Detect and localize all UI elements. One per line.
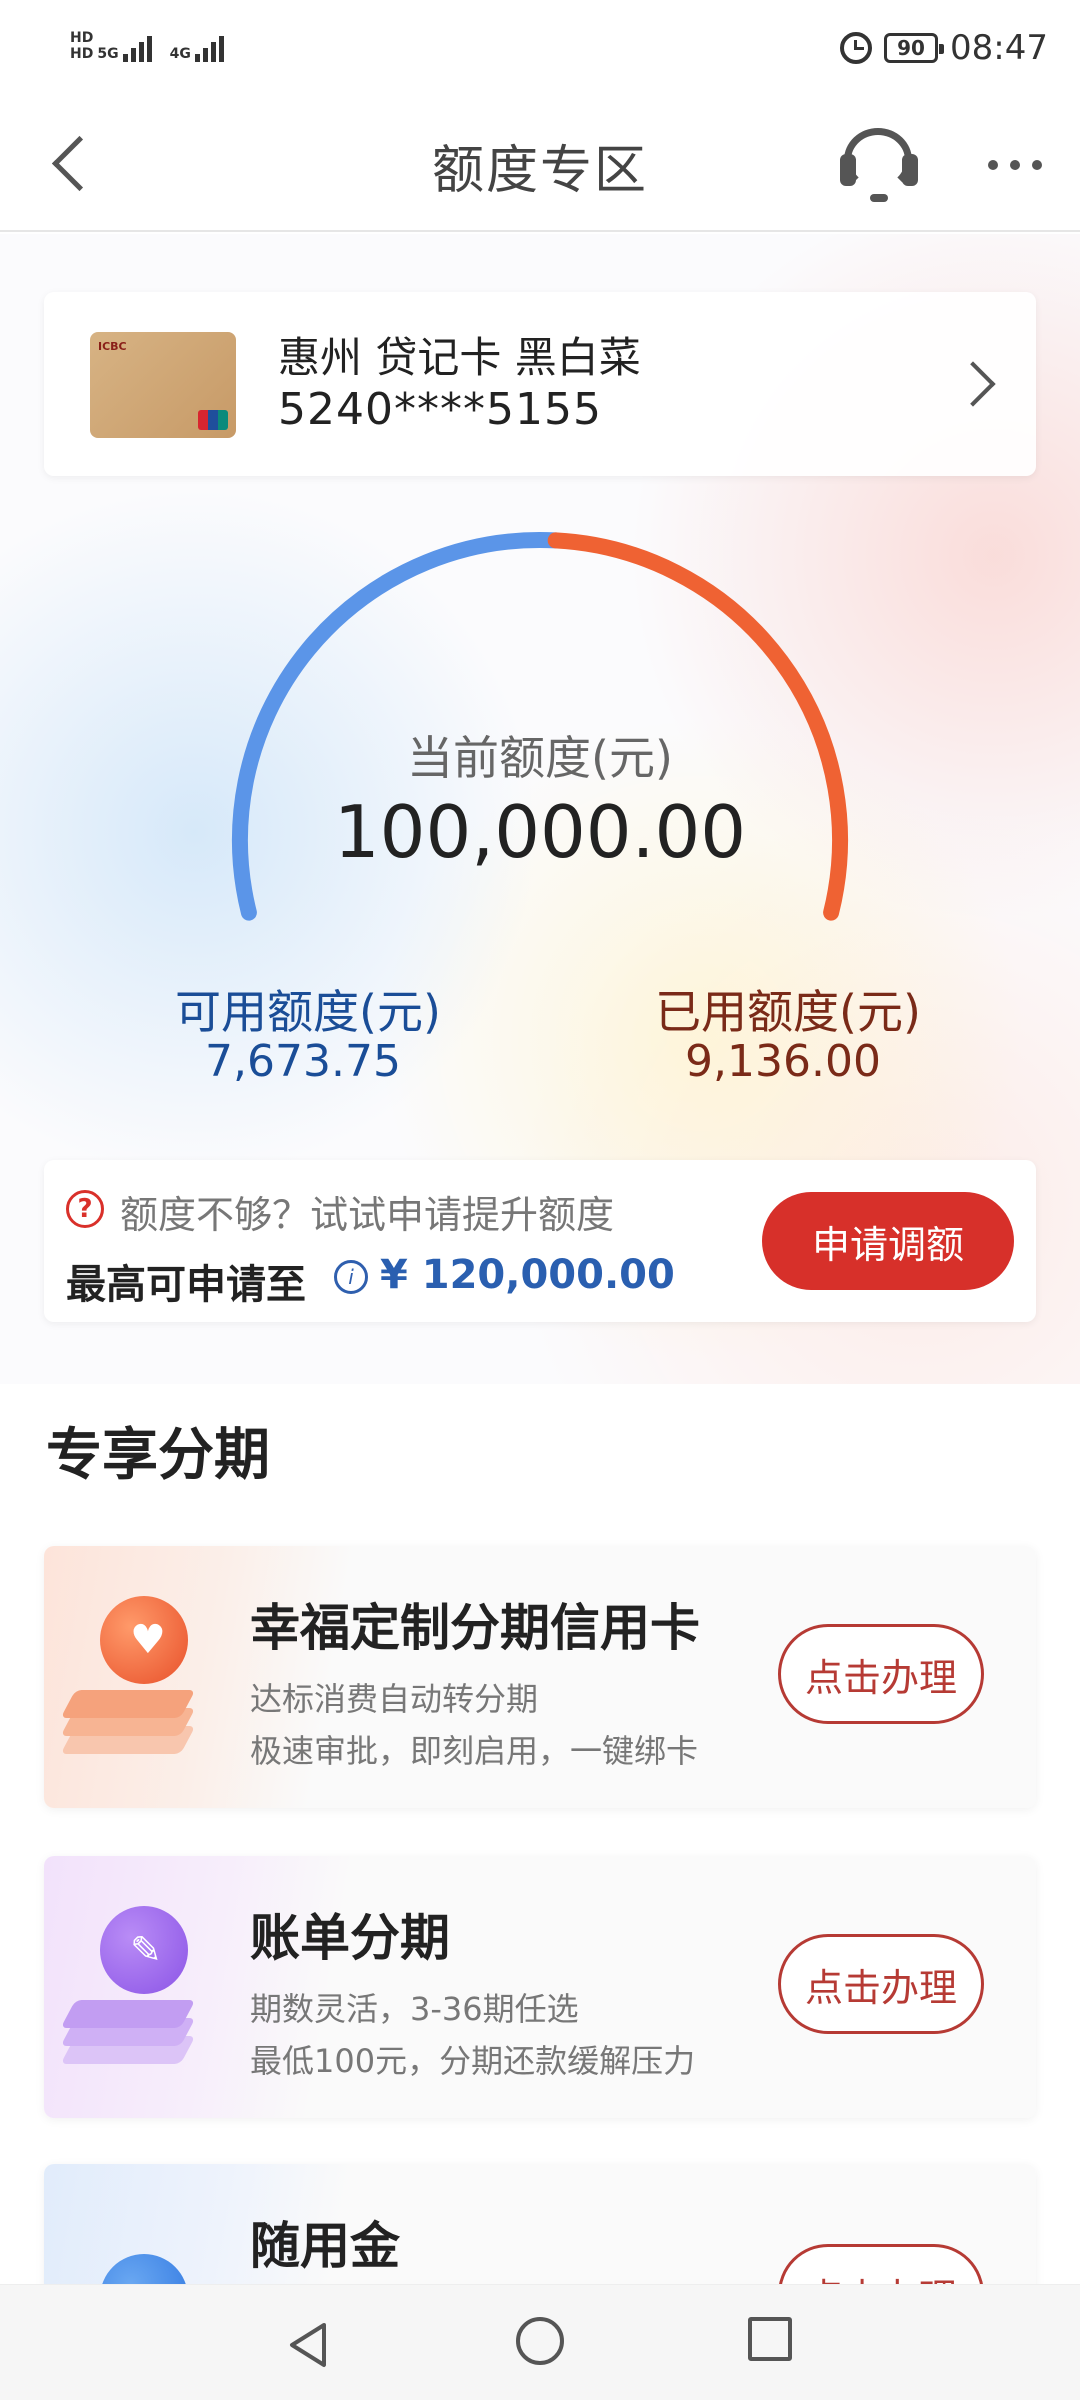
- max-apply-amount: ¥ 120,000.00: [380, 1252, 675, 1298]
- system-navigation-bar: [0, 2284, 1080, 2400]
- clock: 08:47: [950, 28, 1048, 68]
- card-number: 5240****5155: [278, 384, 602, 435]
- installment-desc-1: 达标消费自动转分期: [250, 1680, 539, 1718]
- installment-desc-1: 期数灵活，3-36期任选: [250, 1990, 579, 2028]
- status-bar: HD HD 5G 4G 90 08:47: [0, 0, 1080, 100]
- used-limit-value: 9,136.00: [685, 1036, 881, 1087]
- used-limit-label: 已用额度(元): [655, 985, 921, 1039]
- sim2-hd-label: HD: [70, 46, 94, 62]
- installment-title: 幸福定制分期信用卡: [250, 1599, 700, 1657]
- apply-increase-button[interactable]: 申请调额: [762, 1192, 1014, 1290]
- info-icon[interactable]: i: [334, 1260, 368, 1294]
- heart-icon: ♥: [58, 1596, 208, 1766]
- unionpay-logo-icon: [198, 410, 228, 430]
- nav-back-icon[interactable]: [282, 2319, 334, 2371]
- sim2-network-label: 4G: [169, 46, 191, 62]
- headset-icon[interactable]: [840, 122, 920, 206]
- sim1-signal: HD HD 5G: [70, 30, 152, 62]
- card-name: 惠州 贷记卡 黑白菜: [278, 333, 641, 382]
- installment-desc-2: 最低100元，分期还款缓解压力: [250, 2042, 696, 2080]
- bank-logo-icon: ICBC: [98, 340, 127, 353]
- limit-increase-panel: ? 额度不够？试试申请提升额度 最高可申请至 i ¥ 120,000.00 申请…: [44, 1160, 1036, 1322]
- card-selector[interactable]: ICBC 惠州 贷记卡 黑白菜 5240****5155: [44, 292, 1036, 476]
- apply-now-button[interactable]: 点击办理: [778, 1624, 984, 1724]
- apply-now-button[interactable]: 点击办理: [778, 1934, 984, 2034]
- section-title: 专享分期: [46, 1423, 270, 1488]
- question-icon: ?: [66, 1190, 104, 1228]
- increase-tip: 额度不够？试试申请提升额度: [120, 1193, 615, 1237]
- nav-recent-apps-icon[interactable]: [748, 2317, 792, 2361]
- current-limit-value: 100,000.00: [333, 790, 747, 874]
- credit-card-image: ICBC: [90, 332, 236, 438]
- max-apply-label: 最高可申请至: [66, 1262, 306, 1308]
- signal-bars-icon: [194, 32, 224, 62]
- available-limit-label: 可用额度(元): [175, 985, 441, 1039]
- installment-desc-2: 极速审批，即刻启用，一键绑卡: [250, 1732, 699, 1770]
- battery-icon: 90: [884, 33, 945, 63]
- signal-bars-icon: [122, 32, 152, 62]
- installment-card[interactable]: ✎ 账单分期 期数灵活，3-36期任选 最低100元，分期还款缓解压力 点击办理: [44, 1856, 1036, 2118]
- battery-level: 90: [897, 36, 925, 60]
- nav-home-icon[interactable]: [516, 2317, 564, 2365]
- chevron-right-icon: [949, 350, 999, 420]
- installment-title: 账单分期: [250, 1909, 450, 1967]
- installment-card[interactable]: ♥ 幸福定制分期信用卡 达标消费自动转分期 极速审批，即刻启用，一键绑卡 点击办…: [44, 1546, 1036, 1808]
- installment-title: 随用金: [250, 2217, 400, 2275]
- app-header: 额度专区: [0, 100, 1080, 232]
- available-limit-value: 7,673.75: [205, 1036, 401, 1087]
- sim1-hd-label: HD: [70, 30, 94, 46]
- pencil-icon: ✎: [58, 1906, 208, 2076]
- sim1-network-label: 5G: [97, 46, 119, 62]
- signal-indicators: HD HD 5G 4G: [70, 30, 224, 62]
- alarm-icon: [840, 32, 873, 64]
- sim2-signal: 4G: [170, 32, 224, 62]
- more-icon[interactable]: [980, 140, 1050, 190]
- current-limit-label: 当前额度(元): [407, 731, 673, 785]
